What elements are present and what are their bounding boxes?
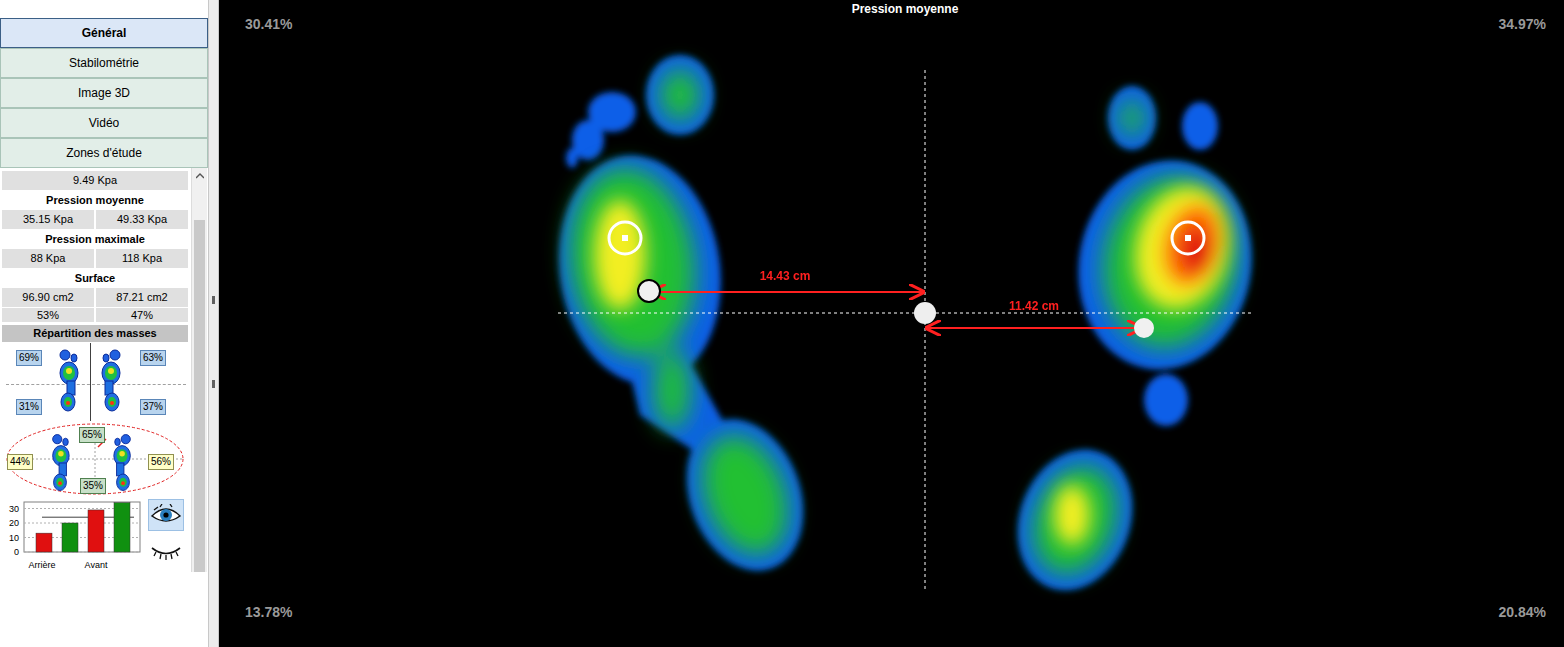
stat-value: 35.15 Kpa xyxy=(2,210,94,229)
eye-toggles xyxy=(142,498,184,574)
stat-title: Pression moyenne xyxy=(2,191,188,209)
stat-row: 53%47% xyxy=(2,308,188,322)
stat-value: 53% xyxy=(2,308,94,322)
tab[interactable]: Vidéo xyxy=(0,108,208,138)
tab[interactable]: Image 3D xyxy=(0,78,208,108)
mass-diagram: 69% 63% 31% 37% 65% 35% 44% 56% xyxy=(2,343,188,497)
stat-row: 96.90 cm287.21 cm2 xyxy=(2,288,188,307)
stat-value: 118 Kpa xyxy=(96,249,188,268)
pressure-map xyxy=(219,0,1564,647)
stat-value: 88 Kpa xyxy=(2,249,94,268)
bar xyxy=(88,510,104,552)
tab[interactable]: Zones d'étude xyxy=(0,138,208,168)
divider-line xyxy=(90,343,91,421)
corner-percent: 30.41% xyxy=(245,14,292,35)
chart-row: 30 20 10 0 Arrière Avant xyxy=(2,498,188,574)
axis-tick: 10 xyxy=(9,533,19,543)
corner-percent: 13.78% xyxy=(245,602,292,623)
splitter[interactable] xyxy=(208,0,219,647)
balance-label: 56% xyxy=(148,454,174,470)
stat-value: 9.49 Kpa xyxy=(2,171,188,190)
axis-label: Avant xyxy=(85,560,108,570)
mass-label: 37% xyxy=(140,399,166,415)
stat-row: 88 Kpa118 Kpa xyxy=(2,249,188,268)
distance-label: 14.43 cm xyxy=(760,267,811,285)
bar-chart: 30 20 10 0 Arrière Avant xyxy=(2,498,142,574)
stat-value: 47% xyxy=(96,308,188,322)
foot-icon xyxy=(100,349,124,413)
axis-label: Arrière xyxy=(28,560,55,570)
axis-tick: 30 xyxy=(9,504,19,514)
stat-value: 96.90 cm2 xyxy=(2,288,94,307)
stat-value: 49.33 Kpa xyxy=(96,210,188,229)
stat-row: 35.15 Kpa49.33 Kpa xyxy=(2,210,188,229)
distance-label: 11.42 cm xyxy=(1009,297,1059,315)
scroll-thumb[interactable] xyxy=(194,220,205,572)
open-eye-icon xyxy=(150,504,182,526)
sidebar-body: 9.49 KpaPression moyenne35.15 Kpa49.33 K… xyxy=(0,168,208,647)
foot-icon xyxy=(56,349,80,413)
eyes-closed-button[interactable] xyxy=(148,534,184,566)
balance-label: 44% xyxy=(7,454,33,470)
axis-tick: 20 xyxy=(9,518,19,528)
foot-icon xyxy=(112,433,134,493)
splitter-arrow-icon[interactable] xyxy=(212,296,215,304)
bar xyxy=(62,523,78,552)
mass-label: 63% xyxy=(140,350,166,366)
stat-title: Surface xyxy=(2,269,188,287)
canvas-title: Pression moyenne xyxy=(852,0,959,18)
stat-value: 87.21 cm2 xyxy=(96,288,188,307)
splitter-arrow-icon[interactable] xyxy=(212,380,215,388)
corner-percent: 34.97% xyxy=(1499,14,1546,35)
balance-label: 65% xyxy=(79,427,105,443)
tab[interactable]: Général xyxy=(0,18,208,48)
bar xyxy=(114,503,130,552)
balance-label: 35% xyxy=(80,478,106,494)
scroll-up-icon[interactable] xyxy=(192,168,207,184)
stat-title: Pression maximale xyxy=(2,230,188,248)
stats-panel: 9.49 KpaPression moyenne35.15 Kpa49.33 K… xyxy=(0,168,190,647)
divider-line xyxy=(6,384,186,385)
bar xyxy=(36,533,52,552)
tab[interactable]: Stabilométrie xyxy=(0,48,208,78)
closed-eye-icon xyxy=(150,539,182,561)
pressure-canvas: Pression moyenne 30.41% 34.97% 13.78% 20.84%… xyxy=(219,0,1564,647)
corner-percent: 20.84% xyxy=(1499,602,1546,623)
scrollbar[interactable] xyxy=(191,168,207,572)
foot-icon xyxy=(49,433,71,493)
axis-tick: 0 xyxy=(14,547,19,557)
sidebar: GénéralStabilométrieImage 3DVidéoZones d… xyxy=(0,0,208,647)
mass-label: 31% xyxy=(16,399,42,415)
section-header: Répartition des masses xyxy=(2,325,188,342)
eyes-open-button[interactable] xyxy=(148,499,184,531)
mass-label: 69% xyxy=(16,350,42,366)
